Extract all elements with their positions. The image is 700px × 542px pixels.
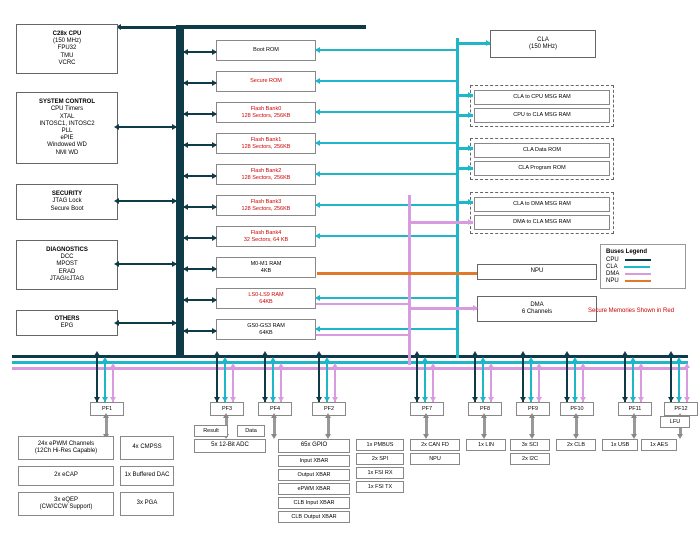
cla-rom-group: CLA Data ROM CLA Program ROM xyxy=(470,138,614,180)
cpu-bus-top xyxy=(176,25,366,29)
c28x-title: C28x CPU xyxy=(19,31,115,38)
i2c-block: 2x I2C xyxy=(510,453,550,465)
spi-block: 2x SPI xyxy=(356,453,404,465)
usb-block: 1x USB xyxy=(602,439,638,451)
cla-program-rom: CLA Program ROM xyxy=(474,161,610,176)
buses-legend: Buses Legend CPUCLADMANPU xyxy=(600,244,686,289)
cla-to-dma-msg-ram: CLA to DMA MSG RAM xyxy=(474,197,610,212)
xbar-4: CLB Output XBAR xyxy=(278,511,350,523)
security-block: SECURITY JTAG Lock Secure Boot xyxy=(16,184,118,220)
cla-block: CLA (150 MHz) xyxy=(490,30,596,58)
xbar-1: Output XBAR xyxy=(278,469,350,481)
cla-bus-vert xyxy=(456,38,459,358)
mem-bootrom: Boot ROM xyxy=(216,40,316,61)
mem-ls0ls9: LS0-LS9 RAM 64KB xyxy=(216,288,316,309)
cla-to-cpu-msg-ram: CLA to CPU MSG RAM xyxy=(474,90,610,105)
aes-block: 1x AES xyxy=(641,439,677,451)
cpu-bus-to-cpu xyxy=(120,26,176,29)
secure-note: Secure Memories Shown in Red xyxy=(588,308,674,314)
diagnostics-block: DIAGNOSTICS DCC MPOST ERAD JTAG/cJTAG xyxy=(16,240,118,290)
cpu-to-cla-msg-ram: CPU to CLA MSG RAM xyxy=(474,108,610,123)
mem-flash0: Flash Bank0 128 Sectors, 256KB xyxy=(216,102,316,123)
c28x-cpu-block: C28x CPU (150 MHz) FPU32 TMU VCRC xyxy=(16,24,118,74)
h-bus-cpu xyxy=(12,355,688,358)
mem-flash1: Flash Bank1 128 Sectors, 256KB xyxy=(216,133,316,154)
gpio-block: 65x GPIO xyxy=(278,439,350,453)
legend-dma: DMA xyxy=(606,271,680,277)
fsirx-block: 1x FSI RX xyxy=(356,467,404,479)
xbar-2: ePWM XBAR xyxy=(278,483,350,495)
npu-bus xyxy=(317,272,477,275)
fsitx-block: 1x FSI TX xyxy=(356,481,404,493)
mem-securerom: Secure ROM xyxy=(216,71,316,92)
adc-block: 5x 12-Bit ADC xyxy=(194,439,266,453)
ecap-block: 2x eCAP xyxy=(18,466,114,486)
npu-periph: NPU xyxy=(410,453,460,465)
cla-cpu-msg-group: CLA to CPU MSG RAM CPU to CLA MSG RAM xyxy=(470,85,614,127)
legend-cpu: CPU xyxy=(606,257,680,263)
clb-block: 2x CLB xyxy=(556,439,596,451)
dma-to-cla-msg-ram: DMA to CLA MSG RAM xyxy=(474,215,610,230)
epwm-block: 24x ePWM Channels (12Ch Hi-Res Capable) xyxy=(18,436,114,460)
dac-block: 1x Buffered DAC xyxy=(120,466,174,486)
legend-cla: CLA xyxy=(606,264,680,270)
block-diagram: C28x CPU (150 MHz) FPU32 TMU VCRC SYSTEM… xyxy=(0,0,700,542)
cla-data-rom: CLA Data ROM xyxy=(474,143,610,158)
lfu-block: LFU xyxy=(660,416,690,428)
xbar-0: Input XBAR xyxy=(278,455,350,467)
data-label: Data xyxy=(237,425,265,437)
pmbus-block: 1x PMBUS xyxy=(356,439,404,451)
xbar-3: CLB Input XBAR xyxy=(278,497,350,509)
npu-block: NPU xyxy=(477,264,597,280)
mem-flash4: Flash Bank4 32 Sectors, 64 KB xyxy=(216,226,316,247)
cpu-bus-vert xyxy=(176,25,184,355)
sci-block: 3x SCI xyxy=(510,439,550,451)
others-block: OTHERS EPG xyxy=(16,310,118,336)
pga-block: 3x PGA xyxy=(120,492,174,516)
dma-block: DMA 6 Channels xyxy=(477,296,597,322)
mem-gs0gs3: GS0-GS3 RAM 64KB xyxy=(216,319,316,340)
mem-m0m1: M0-M1 RAM 4KB xyxy=(216,257,316,278)
cmpss-block: 4x CMPSS xyxy=(120,436,174,460)
mem-flash3: Flash Bank3 128 Sectors, 256KB xyxy=(216,195,316,216)
canfd-block: 2x CAN FD xyxy=(410,439,460,451)
result-label: Result xyxy=(194,425,228,437)
mem-flash2: Flash Bank2 128 Sectors, 256KB xyxy=(216,164,316,185)
cla-dma-msg-group: CLA to DMA MSG RAM DMA to CLA MSG RAM xyxy=(470,192,614,234)
system-control-block: SYSTEM CONTROL CPU Timers XTAL INTOSC1, … xyxy=(16,92,118,164)
legend-npu: NPU xyxy=(606,278,680,284)
eqep-block: 3x eQEP (CW/CCW Support) xyxy=(18,492,114,516)
lin-block: 1x LIN xyxy=(466,439,506,451)
